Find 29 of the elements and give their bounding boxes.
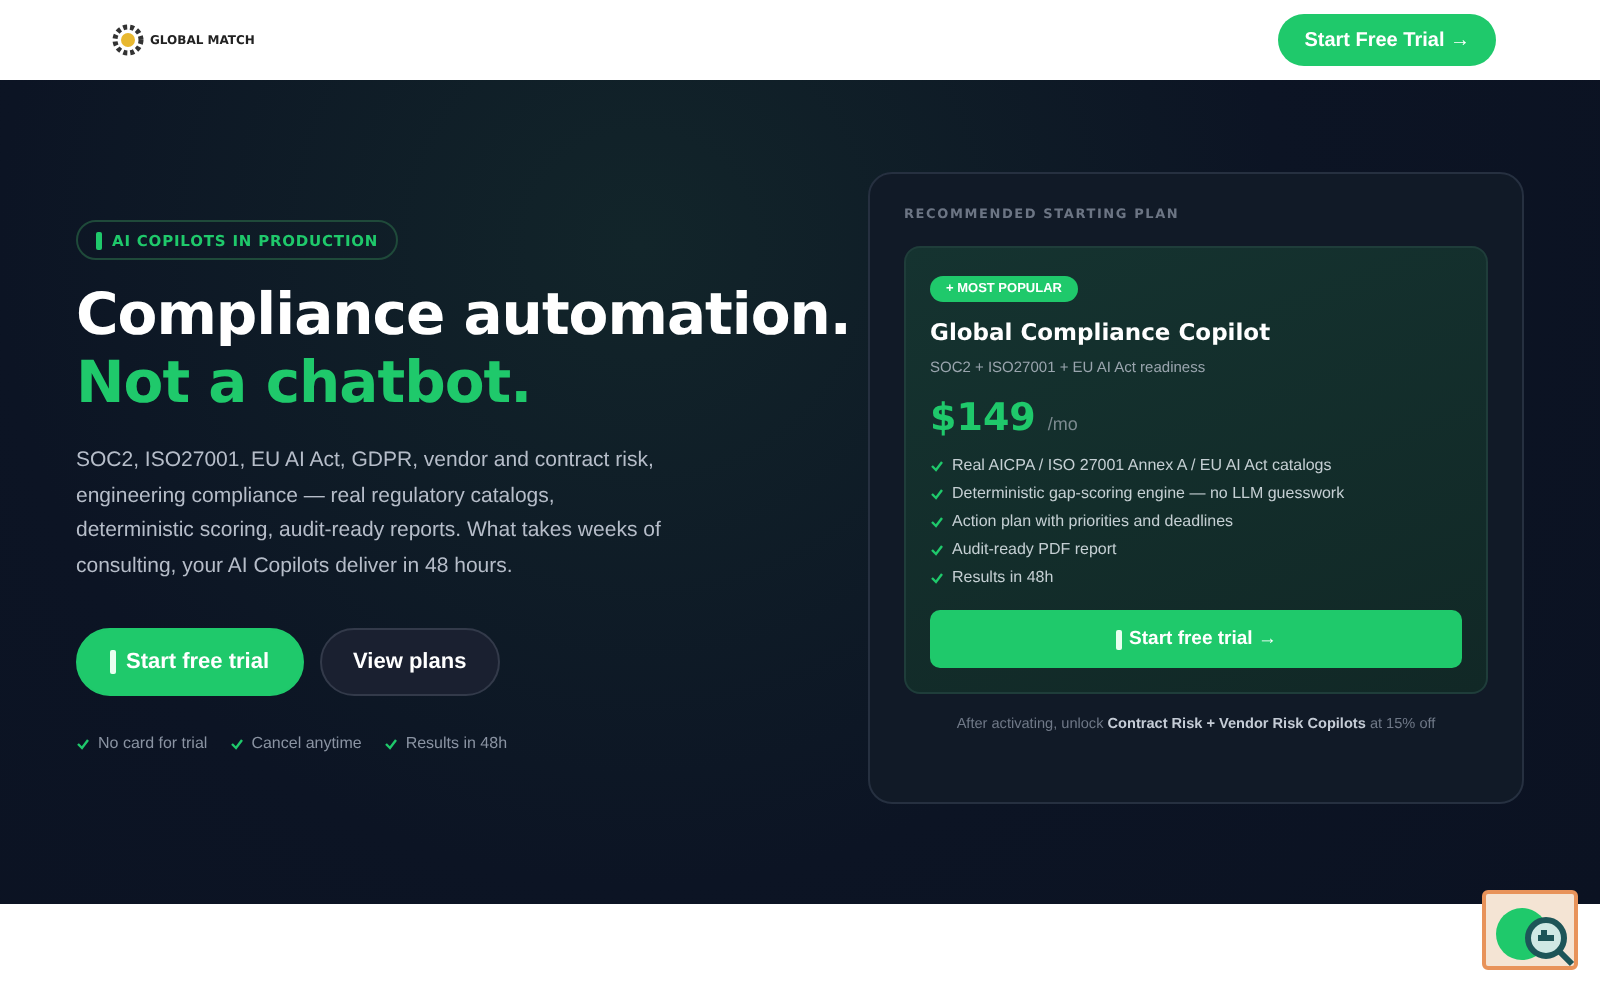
- start-trial-button[interactable]: Start free trial →: [930, 610, 1462, 668]
- check-icon: [229, 737, 244, 749]
- check-icon: [383, 737, 398, 749]
- plan-name: Global Compliance Copilot: [930, 318, 1271, 346]
- perk-text: Cancel anytime: [251, 734, 362, 752]
- feature-text: Action plan with priorities and deadlines: [952, 512, 1234, 530]
- logo-icon: [112, 24, 144, 56]
- feature-text: Audit-ready PDF report: [952, 540, 1117, 558]
- view-plans-button[interactable]: View plans: [319, 628, 501, 696]
- bar-icon: [1115, 629, 1122, 649]
- price-period: /mo: [1047, 414, 1078, 434]
- hero-description: SOC2, ISO27001, EU AI Act, GDPR, vendor and contract risk, engineering compliance — real regulatory catalogs, deterministic scoring, audit-ready reports. What takes weeks of consulting, your AI Copilots deliver in 48 hours.: [76, 446, 663, 581]
- perk-text: Results in 48h: [405, 734, 508, 752]
- check-icon: [930, 571, 944, 583]
- check-icon: [930, 487, 944, 499]
- plan-price: $149: [930, 396, 1036, 440]
- feature-text: Deterministic gap-scoring engine — no LLM guesswork: [952, 484, 1345, 502]
- check-icon: [930, 543, 944, 555]
- hero-title: Compliance automation.: [76, 280, 851, 348]
- check-icon: [930, 459, 944, 471]
- check-icon: [930, 515, 944, 527]
- feature-text: Results in 48h: [952, 568, 1054, 586]
- bar-icon: [110, 650, 116, 674]
- check-icon: [76, 737, 90, 749]
- start-trial-button[interactable]: Start Free Trial →: [1278, 14, 1496, 66]
- start-trial-button[interactable]: Start free trial: [76, 628, 304, 696]
- perk-text: No card for trial: [98, 734, 208, 752]
- feature-text: Real AICPA / ISO 27001 Annex A / EU AI Act catalogs: [952, 456, 1332, 474]
- hero-title-accent: Not a chatbot.: [76, 348, 532, 416]
